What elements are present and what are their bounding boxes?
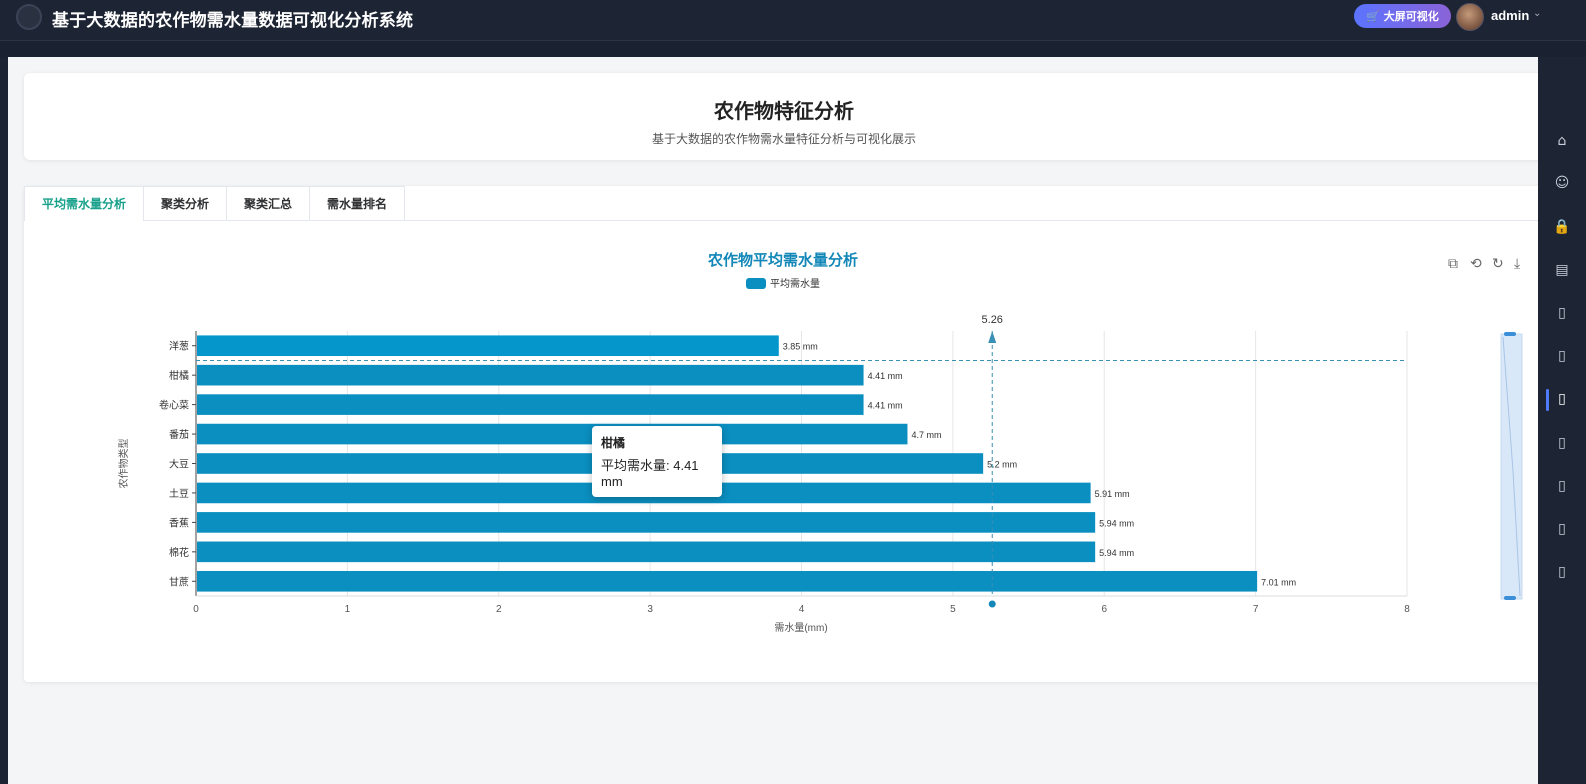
bar-value-label: 5.94 mm <box>1099 548 1134 558</box>
document-icon[interactable]: ▯ <box>1552 476 1572 496</box>
datazoom-handle-bottom[interactable] <box>1504 596 1516 600</box>
right-sidebar: ⌂ ☺ 🔒 ▤ ▯ ▯ ▯ ▯ ▯ ▯ ▯ <box>1538 57 1586 784</box>
bar-value-label: 3.85 mm <box>783 342 818 352</box>
bar-value-label: 4.41 mm <box>868 371 903 381</box>
bar-chart[interactable]: 农作物平均需水量分析平均需水量 ⧉ ⟲ ↻ ⤓ 0 1 2 3 4 5 6 7 8 需水量(mm) 农作物类型… <box>24 186 1554 682</box>
bar[interactable] <box>197 453 984 474</box>
analysis-card: 平均需水量分析 聚类分析 聚类汇总 需水量排名 农作物平均需水量分析 平均需水量 ⧉… <box>24 186 1554 682</box>
logo <box>16 4 42 30</box>
datazoom-handle-top[interactable] <box>1504 332 1516 336</box>
main-content: 农作物特征分析 基于大数据的农作物需水量特征分析与可视化展示 平均需水量分析 聚… <box>8 57 1554 784</box>
document-icon[interactable]: ▯ <box>1552 303 1572 323</box>
document-icon[interactable]: ▯ <box>1552 433 1572 453</box>
page-subtitle: 基于大数据的农作物需水量特征分析与可视化展示 <box>651 132 916 146</box>
bar[interactable] <box>197 541 1096 563</box>
avatar[interactable] <box>1456 3 1484 31</box>
chart-tooltip: 柑橘 平均需水量: 4.41 mm <box>592 426 722 497</box>
x-tick-label: 3 <box>647 604 653 615</box>
document-icon[interactable]: ▯ <box>1552 389 1572 409</box>
x-axis-label: 需水量(mm) <box>774 622 827 634</box>
tags-bar <box>0 41 1586 57</box>
bigscreen-label: 大屏可视化 <box>1383 11 1439 23</box>
zoom-reset-icon[interactable]: ⟲ <box>1470 256 1482 272</box>
header-card: 农作物特征分析 基于大数据的农作物需水量特征分析与可视化展示 <box>24 73 1554 160</box>
document-icon[interactable]: ▯ <box>1552 346 1572 366</box>
y-tick-label: 洋葱 <box>169 340 189 353</box>
user-icon[interactable]: ☺ <box>1552 173 1572 193</box>
x-tick-label: 2 <box>496 604 502 615</box>
bar[interactable] <box>197 394 864 415</box>
x-tick-label: 5 <box>950 604 956 615</box>
legend-swatch <box>746 278 766 289</box>
x-tick-label: 7 <box>1253 604 1259 615</box>
bar-value-label: 5.2 mm <box>987 460 1017 470</box>
y-tick-label: 卷心菜 <box>159 399 189 412</box>
crosshair-handle <box>988 600 996 608</box>
chart-title: 农作物平均需水量分析 <box>707 251 858 269</box>
app-title: 基于大数据的农作物需水量数据可视化分析系统 <box>52 11 414 30</box>
bar[interactable] <box>197 335 779 357</box>
download-icon[interactable]: ⤓ <box>1514 256 1520 272</box>
home-icon[interactable]: ⌂ <box>1552 131 1572 151</box>
x-tick-label: 0 <box>193 604 199 615</box>
crosshair-arrow <box>988 331 997 343</box>
y-tick-label: 棉花 <box>169 546 189 559</box>
bar-value-label: 5.94 mm <box>1099 518 1134 528</box>
tooltip-title: 柑橘 <box>601 436 626 450</box>
y-tick-label: 土豆 <box>169 487 189 500</box>
y-axis-label: 农作物类型 <box>117 439 130 489</box>
x-tick-label: 4 <box>799 604 805 615</box>
document-icon[interactable]: ▯ <box>1552 519 1572 539</box>
x-tick-label: 8 <box>1404 604 1410 615</box>
bar-value-label: 5.91 mm <box>1095 489 1130 499</box>
y-tick-label: 甘蔗 <box>169 575 189 588</box>
restore-icon[interactable]: ↻ <box>1492 256 1504 272</box>
chevron-down-icon[interactable]: ⌄ <box>1533 8 1541 19</box>
datazoom-slider[interactable] <box>1500 333 1523 600</box>
zoom-icon[interactable]: ⧉ <box>1448 256 1458 272</box>
bar-value-label: 7.01 mm <box>1261 577 1296 587</box>
bar[interactable] <box>197 570 1258 592</box>
bigscreen-button[interactable]: 🛒 大屏可视化 <box>1354 4 1451 28</box>
bar[interactable] <box>197 364 864 386</box>
y-tick-label: 香蕉 <box>169 517 189 529</box>
y-tick-label: 大豆 <box>169 458 189 471</box>
crosshair-value-label: 5.26 <box>982 314 1003 326</box>
bar[interactable] <box>197 512 1096 533</box>
bar[interactable] <box>197 423 908 445</box>
x-tick-label: 1 <box>345 604 351 615</box>
bar-value-label: 4.41 mm <box>868 401 903 411</box>
x-tick-label: 6 <box>1101 604 1107 615</box>
lock-icon[interactable]: 🔒 <box>1552 217 1572 237</box>
y-tick-label: 柑橘 <box>169 369 189 382</box>
y-tick-label: 番茄 <box>169 428 189 441</box>
tooltip-value: 平均需水量: 4.41 mm <box>601 458 699 489</box>
bar-value-label: 4.7 mm <box>911 430 941 440</box>
user-name[interactable]: admin <box>1491 8 1529 23</box>
document-icon[interactable]: ▯ <box>1552 562 1572 582</box>
chart-board-icon[interactable]: ▤ <box>1552 260 1572 280</box>
top-bar: 基于大数据的农作物需水量数据可视化分析系统 🛒 大屏可视化 admin ⌄ <box>0 0 1586 41</box>
sidebar-active-indicator <box>1546 389 1549 411</box>
page-title: 农作物特征分析 <box>714 101 854 123</box>
legend-label: 平均需水量 <box>770 278 820 290</box>
chart-area: 农作物平均需水量分析平均需水量 ⧉ ⟲ ↻ ⤓ 0 1 2 3 4 5 6 7 8 需水量(mm) 农作物类型… <box>24 186 1554 682</box>
cart-icon: 🛒 <box>1366 10 1380 23</box>
